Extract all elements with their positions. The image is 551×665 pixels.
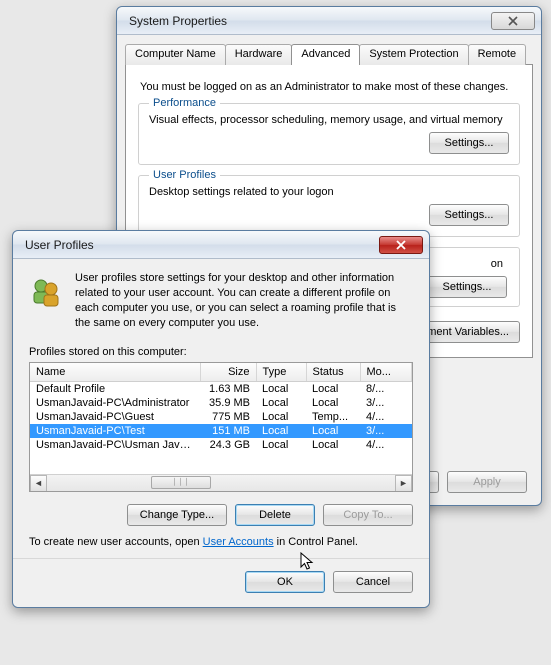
window-title: User Profiles <box>25 238 379 252</box>
admin-note: You must be logged on as an Administrato… <box>140 81 518 93</box>
close-button[interactable] <box>491 12 535 30</box>
group-performance: Performance Visual effects, processor sc… <box>138 103 520 165</box>
close-button[interactable] <box>379 236 423 254</box>
startup-settings-button[interactable]: Settings... <box>427 276 507 298</box>
scroll-thumb[interactable]: ∣∣∣ <box>151 476 211 489</box>
user-profiles-settings-button[interactable]: Settings... <box>429 204 509 226</box>
change-type-button[interactable]: Change Type... <box>127 504 227 526</box>
window-title: System Properties <box>129 14 491 28</box>
column-header[interactable]: Size <box>200 363 256 382</box>
profiles-listview[interactable]: NameSizeTypeStatusMo... Default Profile1… <box>29 362 413 492</box>
column-header[interactable]: Type <box>256 363 306 382</box>
ok-button[interactable]: OK <box>245 571 325 593</box>
delete-button[interactable]: Delete <box>235 504 315 526</box>
column-header[interactable]: Status <box>306 363 360 382</box>
horizontal-scrollbar[interactable]: ◄ ∣∣∣ ► <box>30 474 412 491</box>
column-header[interactable]: Name <box>30 363 200 382</box>
column-header[interactable]: Mo... <box>360 363 412 382</box>
tab-computer-name[interactable]: Computer Name <box>125 44 226 65</box>
user-profiles-icon <box>29 275 63 309</box>
group-label: Performance <box>149 97 220 109</box>
table-row[interactable]: UsmanJavaid-PC\Administrator35.9 MBLocal… <box>30 396 412 410</box>
user-accounts-link[interactable]: User Accounts <box>203 536 274 548</box>
tab-hardware[interactable]: Hardware <box>225 44 293 65</box>
group-desc: Desktop settings related to your logon <box>149 186 509 198</box>
titlebar[interactable]: System Properties <box>117 7 541 35</box>
tab-remote[interactable]: Remote <box>468 44 527 65</box>
table-row[interactable]: UsmanJavaid-PC\Usman Javaid24.3 GBLocalL… <box>30 438 412 452</box>
performance-settings-button[interactable]: Settings... <box>429 132 509 154</box>
scroll-right-button[interactable]: ► <box>395 475 412 492</box>
group-desc: Visual effects, processor scheduling, me… <box>149 114 509 126</box>
cancel-button[interactable]: Cancel <box>333 571 413 593</box>
copy-to-button[interactable]: Copy To... <box>323 504 413 526</box>
titlebar[interactable]: User Profiles <box>13 231 429 259</box>
tabstrip: Computer NameHardwareAdvancedSystem Prot… <box>125 44 533 65</box>
table-row[interactable]: UsmanJavaid-PC\Test151 MBLocalLocal3/... <box>30 424 412 438</box>
scroll-left-button[interactable]: ◄ <box>30 475 47 492</box>
table-row[interactable]: UsmanJavaid-PC\Guest775 MBLocalTemp...4/… <box>30 410 412 424</box>
dialog-description: User profiles store settings for your de… <box>75 271 413 330</box>
tab-advanced[interactable]: Advanced <box>291 44 360 65</box>
profiles-list-label: Profiles stored on this computer: <box>29 346 413 358</box>
group-user-profiles: User Profiles Desktop settings related t… <box>138 175 520 237</box>
group-label: User Profiles <box>149 169 220 181</box>
tab-system-protection[interactable]: System Protection <box>359 44 468 65</box>
user-profiles-dialog: User Profiles User profiles store settin… <box>12 230 430 608</box>
table-row[interactable]: Default Profile1.63 MBLocalLocal8/... <box>30 382 412 397</box>
footer-text: To create new user accounts, open User A… <box>29 536 413 548</box>
apply-button[interactable]: Apply <box>447 471 527 493</box>
